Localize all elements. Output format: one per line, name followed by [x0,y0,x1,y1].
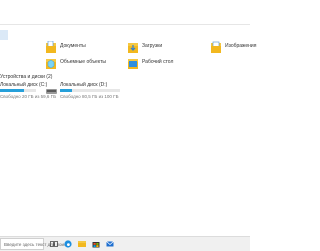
task-view-icon[interactable] [50,240,58,248]
mail-icon[interactable] [106,240,114,248]
drive-c-usage-fill [0,89,24,92]
file-explorer-icon[interactable] [78,240,86,248]
folder-label: Изображения [225,43,257,49]
drive-d-usage-fill [60,89,72,92]
taskbar: Введите здесь текст для поиска [0,236,250,251]
downloads-folder-icon [128,43,138,53]
drive-d-name: Локальный диск (D:) [60,82,108,88]
folder-label: Документы [60,43,86,49]
desktop-folder-icon [128,59,138,69]
folder-label: Загрузки [142,43,163,49]
folder-label: Объемные объекты [60,59,106,65]
hard-drive-icon [46,89,57,94]
devices-section-header[interactable]: Устройства и диски (2) [0,74,52,80]
drive-c[interactable]: Локальный диск (C:) Свободно 20 ГБ из 59… [0,82,56,100]
folder-pictures[interactable]: Изображения [211,40,256,58]
drive-d-usage-bar [60,89,120,92]
folder-3d-objects[interactable]: Объемные объекты [46,56,122,74]
3d-objects-folder-icon [46,59,56,69]
folder-label: Рабочий стол [142,59,174,65]
drive-c-name: Локальный диск (C:) [0,82,48,88]
address-bar[interactable] [0,10,250,25]
taskbar-search-placeholder: Введите здесь текст для поиска [4,242,71,247]
taskbar-search-box[interactable]: Введите здесь текст для поиска [0,238,71,250]
folder-desktop[interactable]: Рабочий стол [128,56,198,74]
documents-folder-icon [46,41,56,53]
drive-c-usage-bar [0,89,36,92]
edge-icon[interactable] [64,240,72,248]
store-icon[interactable] [92,240,100,248]
nav-pane-selected-item[interactable] [0,30,8,40]
pictures-folder-icon [211,41,221,53]
drive-d-free-space: Свободно 80,5 ГБ из 100 ГБ [60,94,119,99]
drive-d[interactable]: Локальный диск (D:) Свободно 80,5 ГБ из … [46,82,126,100]
